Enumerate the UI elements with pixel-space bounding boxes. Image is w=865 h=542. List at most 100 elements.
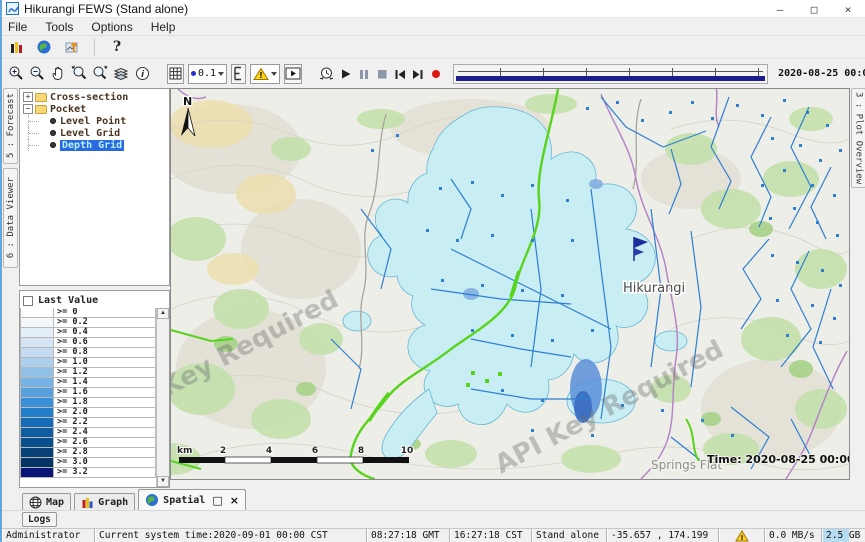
skip-to-end-button[interactable] <box>411 64 425 84</box>
scroll-down-icon[interactable]: ▼ <box>157 476 169 487</box>
legend-scrollbar[interactable]: ▲ ▼ <box>156 308 169 487</box>
logs-button[interactable]: Logs <box>22 512 57 527</box>
tab-graph[interactable]: Graph <box>74 493 135 510</box>
last-value-checkbox[interactable] <box>23 296 33 306</box>
status-warning-cell[interactable]: ! <box>719 529 765 542</box>
legend-color-swatch <box>20 448 54 458</box>
menu-bar: File Tools Options Help <box>2 18 865 36</box>
expand-icon[interactable]: + <box>23 92 33 102</box>
legend-row[interactable]: >= 3.2 <box>20 468 156 478</box>
grid-display-icon[interactable] <box>167 64 184 84</box>
record-button[interactable] <box>429 64 443 84</box>
node-bullet-icon <box>50 130 56 136</box>
map-viewport[interactable]: API Key Required API Key Required Hikura… <box>170 88 850 480</box>
svg-text:10: 10 <box>401 446 414 456</box>
pause-button[interactable] <box>357 64 371 84</box>
tree-connector <box>28 115 50 127</box>
data-viewer-panel: + Cross-section − Pocket Level Point <box>19 88 170 488</box>
legend-row[interactable]: >= 0 <box>20 308 156 318</box>
filter-tree: + Cross-section − Pocket Level Point <box>19 88 170 286</box>
info-icon[interactable]: i <box>134 64 151 84</box>
animation-window-icon[interactable] <box>284 64 302 84</box>
close-button[interactable]: × <box>831 0 865 18</box>
tab-forecast[interactable]: 5 : Forecast <box>3 88 18 164</box>
map-globe-icon[interactable] <box>34 37 54 57</box>
globe-icon <box>145 493 159 507</box>
tree-item-pocket[interactable]: − Pocket <box>20 103 169 115</box>
legend-row[interactable]: >= 0.6 <box>20 338 156 348</box>
tree-item-cross-section[interactable]: + Cross-section <box>20 91 169 103</box>
svg-text:N: N <box>183 95 192 108</box>
chevron-down-icon <box>218 72 224 76</box>
legend-row[interactable]: >= 2.4 <box>20 428 156 438</box>
window-title: Hikurangi FEWS (Stand alone) <box>24 2 188 16</box>
svg-text:2: 2 <box>220 446 226 456</box>
legend-row[interactable]: >= 3.0 <box>20 458 156 468</box>
legend-row[interactable]: >= 1.8 <box>20 398 156 408</box>
zoom-next-icon[interactable] <box>92 64 109 84</box>
stop-button[interactable] <box>375 64 389 84</box>
tree-item-level-point[interactable]: Level Point <box>20 115 169 127</box>
legend-row[interactable]: >= 2.0 <box>20 408 156 418</box>
tab-data-viewer[interactable]: 6 : Data Viewer <box>3 168 18 268</box>
legend-row[interactable]: >= 0.8 <box>20 348 156 358</box>
minimize-button[interactable]: – <box>763 0 797 18</box>
legend-color-swatch <box>20 398 54 408</box>
chevron-down-icon <box>271 72 277 76</box>
warning-dropdown[interactable]: ! <box>250 64 280 84</box>
tab-spatial[interactable]: Spatial □ × <box>138 489 246 510</box>
legend-class-list: >= 0>= 0.2>= 0.4>= 0.6>= 0.8>= 1.0>= 1.2… <box>20 308 156 487</box>
menu-tools[interactable]: Tools <box>45 20 73 34</box>
menu-help[interactable]: Help <box>151 20 176 34</box>
time-navigator-icon[interactable] <box>318 64 335 84</box>
zoom-out-icon[interactable] <box>29 64 46 84</box>
svg-text:!: ! <box>740 534 743 542</box>
scale-editor-icon[interactable] <box>231 64 246 84</box>
legend-row[interactable]: >= 1.4 <box>20 378 156 388</box>
spatial-display-icon[interactable] <box>62 37 82 57</box>
tree-item-depth-grid[interactable]: Depth Grid <box>20 139 169 151</box>
legend-row[interactable]: >= 1.0 <box>20 358 156 368</box>
legend-row[interactable]: >= 2.2 <box>20 418 156 428</box>
legend-color-swatch <box>20 418 54 428</box>
play-button[interactable] <box>339 64 353 84</box>
pan-hand-icon[interactable] <box>50 64 67 84</box>
zoom-previous-icon[interactable] <box>71 64 88 84</box>
help-icon[interactable]: ? <box>107 37 127 57</box>
legend-color-swatch <box>20 408 54 418</box>
class-interval-dropdown[interactable]: 0.1 <box>188 64 227 84</box>
layers-icon[interactable] <box>113 64 130 84</box>
svg-text:4: 4 <box>266 446 272 456</box>
maximize-button[interactable]: □ <box>797 0 831 18</box>
menu-file[interactable]: File <box>8 20 27 34</box>
legend-row[interactable]: >= 1.6 <box>20 388 156 398</box>
time-slider[interactable] <box>453 64 768 84</box>
warning-triangle-icon: ! <box>735 530 749 542</box>
legend-row[interactable]: >= 0.2 <box>20 318 156 328</box>
legend-row[interactable]: >= 2.6 <box>20 438 156 448</box>
legend-color-swatch <box>20 308 54 318</box>
town-label: Hikurangi <box>623 281 685 296</box>
legend-row[interactable]: >= 0.4 <box>20 328 156 338</box>
legend-color-swatch <box>20 318 54 328</box>
tab-plot-overview[interactable]: 3 : Plot Overview <box>851 88 865 188</box>
tab-float-icon[interactable]: □ <box>212 494 222 507</box>
skip-to-start-button[interactable] <box>393 64 407 84</box>
legend-row[interactable]: >= 2.8 <box>20 448 156 458</box>
tree-connector <box>28 127 50 139</box>
bar-chart-icon <box>81 496 94 509</box>
zoom-in-icon[interactable] <box>8 64 25 84</box>
collapse-icon[interactable]: − <box>23 104 33 114</box>
tab-map[interactable]: Map <box>22 493 71 510</box>
scroll-up-icon[interactable]: ▲ <box>157 308 169 319</box>
legend-color-swatch <box>20 458 54 468</box>
status-gmt-time: 08:27:18 GMT <box>367 529 450 542</box>
tree-item-level-grid[interactable]: Level Grid <box>20 127 169 139</box>
menu-options[interactable]: Options <box>91 20 132 34</box>
time-slider-range <box>456 76 765 81</box>
tab-close-icon[interactable]: × <box>230 494 239 507</box>
interval-value: 0.1 <box>198 68 216 79</box>
globe-wire-icon <box>29 496 42 509</box>
database-explorer-icon[interactable] <box>6 37 26 57</box>
legend-row[interactable]: >= 1.2 <box>20 368 156 378</box>
